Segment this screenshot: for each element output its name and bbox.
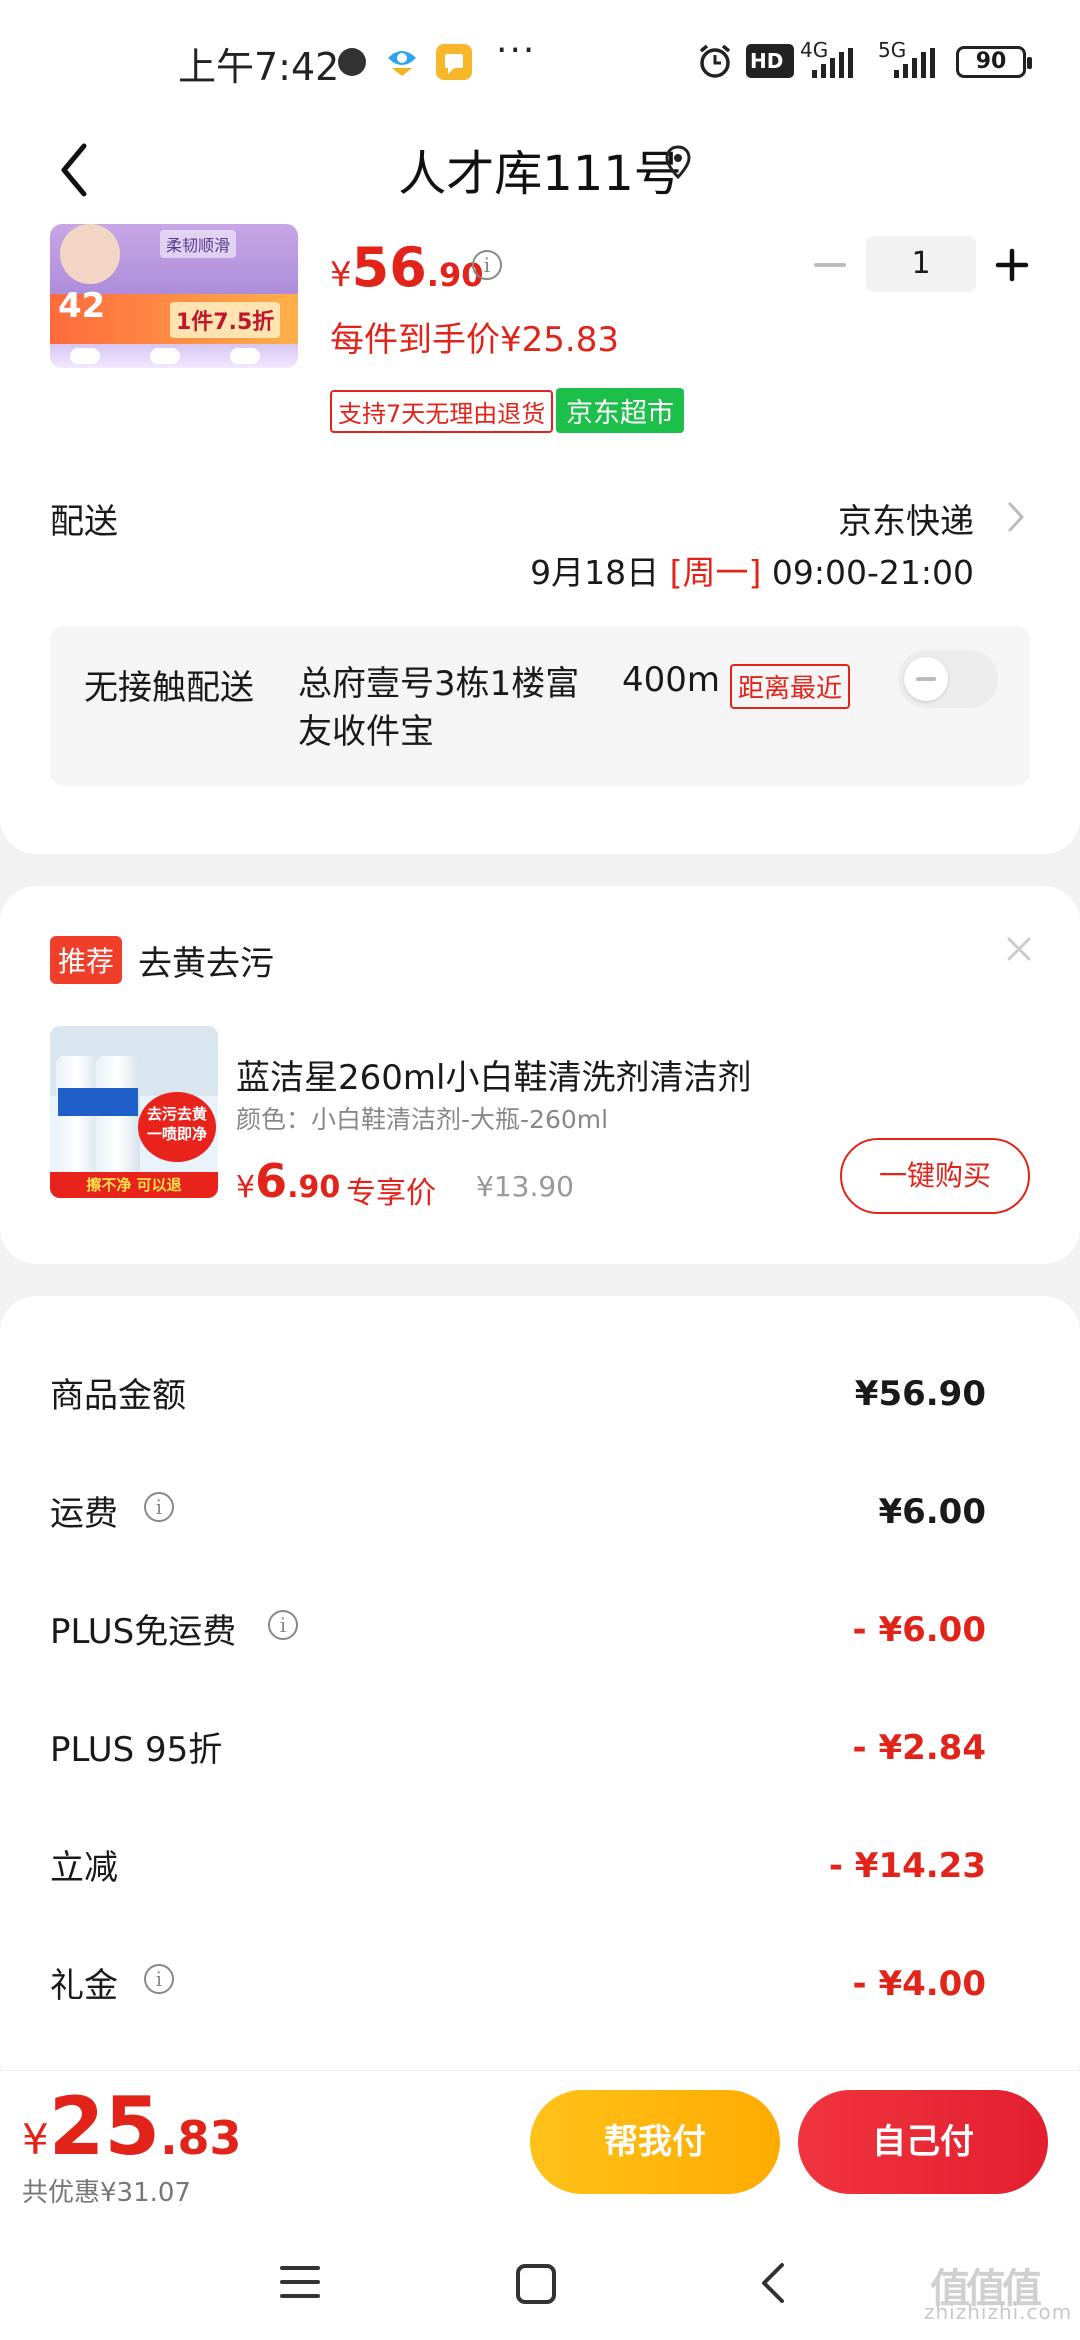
location-pin-icon[interactable] <box>664 144 692 180</box>
menu-icon[interactable] <box>278 2262 322 2302</box>
total-price: ¥25.83 <box>22 2080 242 2173</box>
summary-value-plus-free-shipping: - ¥6.00 <box>852 1610 987 1650</box>
price-info-icon[interactable]: i <box>472 250 502 280</box>
help-me-pay-button[interactable]: 帮我付 <box>530 2090 780 2194</box>
recommend-product-name[interactable]: 蓝洁星260ml小白鞋清洗剂清洁剂 <box>236 1050 751 1099</box>
battery-icon: 90 <box>956 46 1032 78</box>
signal-strength-icon <box>894 48 935 78</box>
status-bar: 上午7:42 ··· HD 4G 5G 90 <box>0 0 1080 120</box>
toggle-knob <box>904 657 948 701</box>
pickup-distance: 400m <box>622 660 721 700</box>
return-policy-tag: 支持7天无理由退货 <box>330 390 554 433</box>
jd-supermarket-tag: 京东超市 <box>556 388 684 433</box>
gift-credit-info-icon[interactable]: i <box>144 1964 174 1994</box>
shipping-info-icon[interactable]: i <box>144 1492 174 1522</box>
exclusive-price-label: 专享价 <box>346 1176 436 1211</box>
original-price: ¥13.90 <box>476 1170 574 1203</box>
system-nav-bar <box>0 2210 1080 2340</box>
status-time: 上午7:42 <box>178 45 340 89</box>
summary-value-shipping: ¥6.00 <box>878 1492 986 1532</box>
summary-value-plus-discount: - ¥2.84 <box>852 1728 987 1768</box>
nearest-tag: 距离最近 <box>730 664 851 709</box>
dark-circle-app-icon <box>338 48 366 76</box>
note-app-icon <box>436 44 472 80</box>
summary-label-subtotal: 商品金额 <box>50 1376 186 1416</box>
summary-label-plus-discount: PLUS 95折 <box>50 1730 223 1770</box>
home-icon[interactable] <box>514 2262 558 2306</box>
summary-value-subtotal: ¥56.90 <box>854 1374 986 1414</box>
recommend-product-image[interactable]: 去污去黄 一喷即净 擦不净 可以退 <box>50 1026 218 1198</box>
video-app-icon <box>384 40 420 78</box>
delivery-time[interactable]: 9月18日 [周一] 09:00-21:00 <box>530 546 974 594</box>
recommend-image-footer: 擦不净 可以退 <box>50 1172 218 1198</box>
recommend-title: 去黄去污 <box>138 944 274 984</box>
quantity-increase-button[interactable] <box>994 240 1030 290</box>
summary-label-gift-credit: 礼金 <box>50 1966 118 2006</box>
one-click-buy-button[interactable]: 一键购买 <box>840 1138 1030 1214</box>
summary-label-instant-discount: 立减 <box>50 1848 118 1888</box>
recommend-product-spec: 颜色：小白鞋清洁剂-大瓶-260ml <box>236 1105 609 1134</box>
recommend-price: ¥6.90 <box>236 1154 341 1208</box>
delivery-method[interactable]: 京东快递 <box>838 494 974 543</box>
alarm-icon <box>696 42 734 80</box>
summary-value-gift-credit: - ¥4.00 <box>852 1964 987 2004</box>
quantity-decrease-button[interactable] <box>812 240 848 290</box>
product-image-number: 42 <box>58 286 106 326</box>
recommend-tag: 推荐 <box>50 936 123 984</box>
pay-myself-button[interactable]: 自己付 <box>798 2090 1048 2194</box>
product-price: ¥56.90 <box>330 236 484 299</box>
contactless-toggle[interactable] <box>898 650 998 708</box>
delivery-label: 配送 <box>50 502 118 542</box>
contactless-label: 无接触配送 <box>84 668 254 708</box>
unit-price: 每件到手价¥25.83 <box>330 320 619 360</box>
signal-strength-icon <box>812 48 853 78</box>
more-notifications-icon: ··· <box>496 30 537 71</box>
summary-label-plus-free-shipping: PLUS免运费 <box>50 1612 237 1652</box>
total-discount: 共优惠¥31.07 <box>22 2178 191 2208</box>
close-icon[interactable] <box>1004 934 1034 964</box>
page-title[interactable]: 人才库111号 <box>0 134 1080 204</box>
summary-label-shipping: 运费 <box>50 1494 118 1534</box>
plus-shipping-info-icon[interactable]: i <box>268 1610 298 1640</box>
recommend-image-badge: 去污去黄 一喷即净 <box>138 1092 216 1162</box>
product-image-brand: 柔韧顺滑 <box>160 230 237 258</box>
product-image-text: 1件7.5折 <box>170 302 281 338</box>
quantity-input[interactable]: 1 <box>866 236 976 292</box>
hd-icon: HD <box>746 44 794 78</box>
watermark-text: zhizhizhi.com <box>924 2300 1073 2324</box>
summary-value-instant-discount: - ¥14.23 <box>828 1846 986 1886</box>
pickup-address: 总府壹号3栋1楼富友收件宝 <box>298 664 580 752</box>
back-nav-icon[interactable] <box>756 2260 792 2306</box>
product-image[interactable]: 1件7.5折 42 柔韧顺滑 <box>50 224 298 368</box>
chevron-right-icon[interactable] <box>1006 500 1026 534</box>
